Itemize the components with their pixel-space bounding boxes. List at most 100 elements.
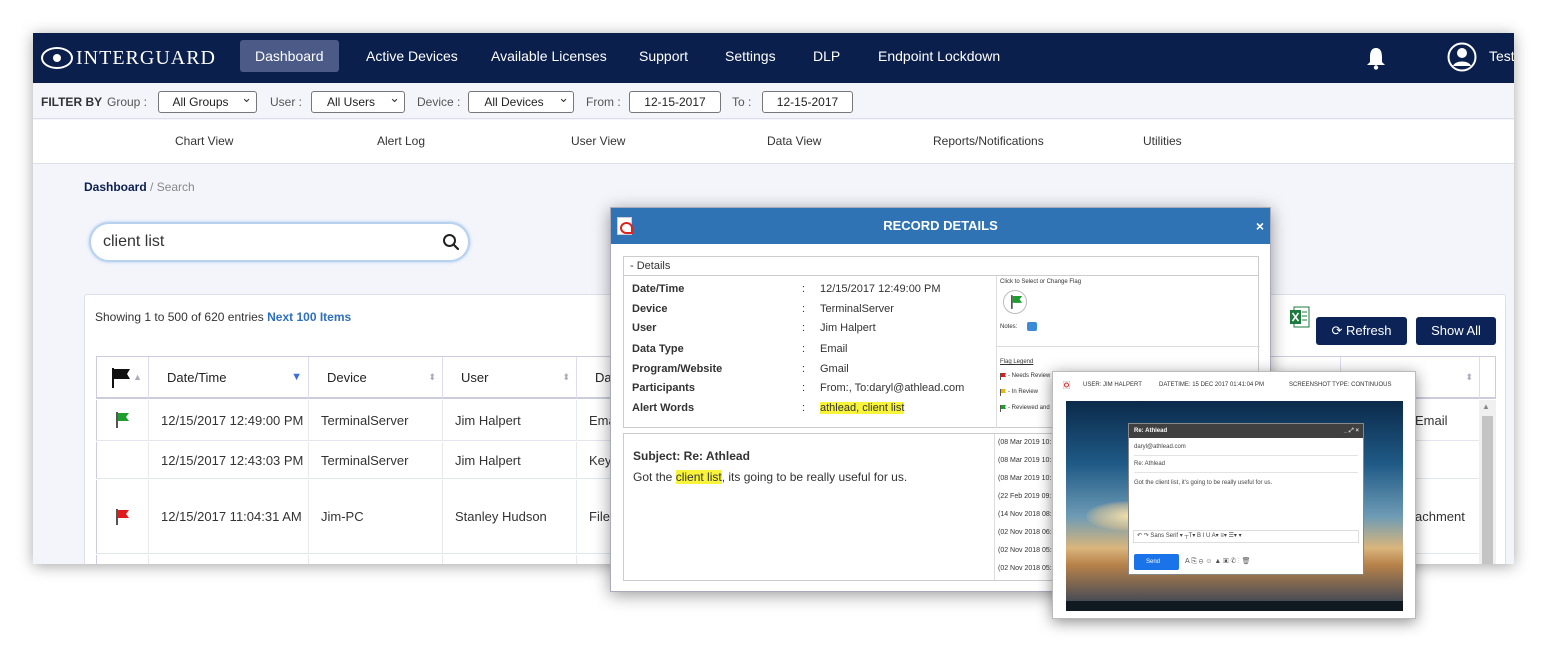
refresh-button[interactable]: ⟳ Refresh — [1316, 317, 1407, 345]
notes-icon[interactable] — [1027, 322, 1037, 331]
scrollbar-thumb[interactable] — [1482, 416, 1493, 564]
search-icon[interactable] — [442, 233, 460, 251]
send-button: Send — [1134, 554, 1179, 570]
desktop-taskbar — [1066, 601, 1403, 611]
flag-cell[interactable] — [97, 400, 149, 441]
entries-count: Showing 1 to 500 of 620 entries — [95, 310, 264, 324]
nav-available-licenses[interactable]: Available Licenses — [476, 40, 622, 72]
nav-active-devices[interactable]: Active Devices — [351, 40, 473, 72]
device-column-header[interactable]: Device ⬍ — [309, 357, 443, 398]
next-items-link[interactable]: Next 100 Items — [267, 310, 351, 324]
scroll-up-icon[interactable]: ▲ — [1482, 402, 1490, 411]
datetime-cell: 12/15/2017 11:04:31 AM — [149, 480, 309, 554]
flag-cell[interactable] — [97, 442, 149, 479]
field-label: Program/Website — [632, 363, 723, 375]
field-label: Date/Time — [632, 283, 685, 295]
user-cell: Jim Halpert — [443, 400, 577, 441]
field-colon: : — [802, 303, 806, 315]
user-header-label: User — [461, 370, 489, 385]
field-colon: : — [802, 363, 806, 375]
history-item[interactable]: (08 Mar 2019 10: — [998, 439, 1051, 446]
group-select[interactable]: All Groups — [158, 88, 257, 113]
compose-action-icons: A ⎘ ⊖ ☺ ▲ ▣ ✆ ⋮ 🗑 — [1185, 558, 1251, 565]
field-label: User — [632, 322, 657, 334]
alert-words-value: athlead, client list — [820, 402, 905, 414]
field-colon: : — [802, 322, 806, 334]
field-colon: : — [802, 283, 806, 295]
field-value: Gmail — [820, 363, 849, 375]
flag-column-header[interactable]: ▲ — [97, 357, 149, 398]
close-icon[interactable]: × — [1256, 218, 1264, 234]
screenshot-viewer: USER: JIM HALPERT DATETIME: 15 DEC 2017 … — [1052, 371, 1416, 619]
user-label: User : — [270, 95, 303, 109]
red-flag-icon[interactable] — [116, 509, 130, 525]
tab-chart-view[interactable]: Chart View — [175, 134, 233, 148]
green-flag-icon[interactable] — [116, 412, 130, 428]
nav-support[interactable]: Support — [624, 40, 703, 72]
modal-title: RECORD DETAILS — [883, 218, 998, 233]
to-date-input[interactable]: 12-15-2017 — [762, 91, 853, 113]
user-select[interactable]: All Users — [311, 88, 405, 113]
screenshot-image[interactable]: Re: Athlead _ ⤢ × daryl@athlead.com Re: … — [1066, 401, 1403, 611]
legend-item: - Needs Review — [1008, 373, 1051, 379]
nav-endpoint-lockdown[interactable]: Endpoint Lockdown — [863, 40, 1015, 72]
history-item[interactable]: (02 Nov 2018 05: — [998, 547, 1052, 554]
tab-user-view[interactable]: User View — [571, 134, 625, 148]
show-all-button[interactable]: Show All — [1416, 317, 1496, 345]
search-input[interactable]: client list — [89, 222, 470, 262]
compose-body: Got the client list, it's going to be re… — [1134, 480, 1273, 486]
from-date-input[interactable]: 12-15-2017 — [629, 91, 721, 113]
history-item[interactable]: (02 Nov 2018 06: — [998, 529, 1052, 536]
datetime-cell — [149, 555, 309, 564]
tab-alert-log[interactable]: Alert Log — [377, 134, 425, 148]
breadcrumb-root[interactable]: Dashboard — [84, 180, 147, 194]
user-avatar-icon[interactable] — [1447, 42, 1477, 72]
bell-icon[interactable] — [1366, 46, 1386, 70]
history-item[interactable]: (08 Mar 2019 10: — [998, 457, 1051, 464]
datetime-column-header[interactable]: Date/Time ▼ — [149, 357, 309, 398]
green-flag-icon — [1011, 295, 1023, 309]
sub-navigation: Chart View Alert Log User View Data View… — [33, 120, 1514, 164]
user-cell: Stanley Hudson — [443, 480, 577, 554]
sort-arrows-icon: ▲ — [133, 372, 142, 382]
user-name[interactable]: Test — [1489, 48, 1514, 64]
nav-dlp[interactable]: DLP — [798, 40, 855, 72]
field-value: From:, To:daryl@athlead.com — [820, 382, 965, 394]
field-label: Participants — [632, 382, 695, 394]
field-label: Alert Words — [632, 402, 695, 414]
interguard-logo[interactable]: INTERGUARD — [41, 44, 216, 72]
pdf-icon[interactable] — [1063, 381, 1070, 389]
datetime-header-label: Date/Time — [167, 370, 227, 385]
eye-logo-icon — [41, 47, 73, 69]
details-toggle[interactable]: - Details — [623, 256, 1259, 276]
screenshot-type: SCREENSHOT TYPE: CONTINUOUS — [1289, 382, 1392, 388]
nav-dashboard[interactable]: Dashboard — [240, 40, 339, 72]
tab-reports-notifications[interactable]: Reports/Notifications — [933, 134, 1044, 148]
device-select[interactable]: All Devices — [468, 88, 574, 113]
tab-data-view[interactable]: Data View — [767, 134, 821, 148]
nav-settings[interactable]: Settings — [710, 40, 791, 72]
history-item[interactable]: (08 Mar 2019 10: — [998, 475, 1051, 482]
history-item[interactable]: (14 Nov 2018 08: — [998, 511, 1052, 518]
user-column-header[interactable]: User ⬍ — [443, 357, 577, 398]
datetime-cell: 12/15/2017 12:49:00 PM — [149, 400, 309, 441]
flag-cell[interactable] — [97, 480, 149, 554]
group-label: Group : — [107, 95, 148, 109]
user-cell: Jim Halpert — [443, 442, 577, 479]
change-flag-button[interactable] — [1003, 290, 1027, 314]
tab-utilities[interactable]: Utilities — [1143, 134, 1182, 148]
sort-arrows-icon: ⬍ — [428, 372, 436, 382]
entries-info: Showing 1 to 500 of 620 entries Next 100… — [95, 310, 351, 324]
device-header-label: Device — [327, 370, 367, 385]
search-value[interactable]: client list — [103, 233, 164, 251]
logo-text: INTERGUARD — [76, 46, 216, 69]
history-item[interactable]: (22 Feb 2019 09: — [998, 493, 1051, 500]
device-cell: TerminalServer — [309, 400, 443, 441]
excel-export-icon[interactable] — [1290, 306, 1310, 328]
message-text-part: Got the — [633, 470, 676, 484]
compose-subject: Re: Athlead — [1134, 461, 1166, 467]
flag-cell[interactable] — [97, 555, 149, 564]
flag-legend-title: Flag Legend — [1000, 359, 1034, 365]
history-item[interactable]: (02 Nov 2018 05: — [998, 565, 1052, 572]
user-cell — [443, 555, 577, 564]
